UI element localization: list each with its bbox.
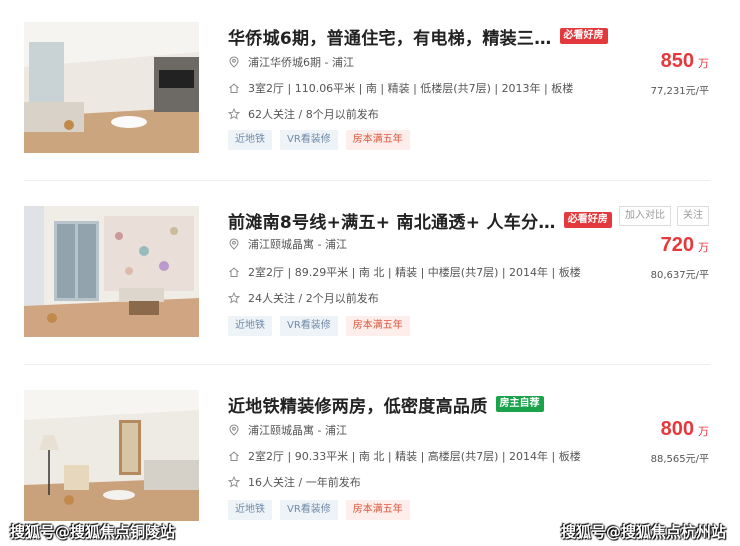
followers-line: 62人关注 / 8个月以前发布 (227, 106, 379, 122)
house-icon (228, 82, 240, 94)
badge-vr-decoration: VR看装修 (280, 130, 338, 150)
location-pin-icon (228, 238, 240, 250)
house-details: 3室2厅 | 110.06平米 | 南 | 精装 | 低楼层(共7层) | 20… (248, 82, 574, 95)
divider (24, 364, 710, 365)
listing-title-row: 前滩南8号线+满五+ 南北通透+ 人车分… 必看好房 (228, 208, 612, 233)
badge-five-years: 房本满五年 (345, 130, 410, 150)
listing-card[interactable]: 华侨城6期，普通住宅，有电梯，精装三… 必看好房 浦江华侨城6期 - 浦江 3室… (0, 22, 740, 182)
badge-five-years: 房本满五年 (345, 316, 410, 336)
total-price: 800 万 (661, 418, 709, 441)
details-line: 2室2厅 | 90.33平米 | 南 北 | 精装 | 高楼层(共7层) | 2… (228, 448, 581, 464)
feature-badges: 近地铁 VR看装修 房本满五年 (228, 316, 418, 336)
listing-title[interactable]: 华侨城6期，普通住宅，有电梯，精装三… (228, 24, 552, 49)
unit-price: 88,565元/平 (650, 454, 709, 465)
listing-photo[interactable] (24, 22, 199, 153)
house-icon (228, 266, 240, 278)
must-see-tag: 必看好房 (559, 28, 608, 44)
total-price: 720 万 (661, 234, 709, 257)
price-value: 850 (660, 50, 694, 72)
badge-vr-decoration: VR看装修 (280, 500, 338, 520)
community-name[interactable]: 浦江颐城晶寓 - 浦江 (248, 422, 347, 438)
total-price: 850 万 (661, 50, 709, 73)
badge-near-subway: 近地铁 (228, 500, 272, 520)
community-name[interactable]: 浦江华侨城6期 - 浦江 (248, 54, 354, 70)
house-details: 2室2厅 | 90.33平米 | 南 北 | 精装 | 高楼层(共7层) | 2… (248, 450, 581, 463)
divider (24, 180, 710, 181)
badge-near-subway: 近地铁 (228, 130, 272, 150)
unit-price: 77,231元/平 (650, 86, 709, 97)
star-icon (227, 475, 241, 488)
star-icon (227, 107, 241, 120)
add-to-compare-button[interactable]: 加入对比 (619, 206, 671, 226)
price-unit: 万 (698, 425, 709, 438)
badge-five-years: 房本满五年 (345, 500, 410, 520)
badge-vr-decoration: VR看装修 (280, 316, 338, 336)
feature-badges: 近地铁 VR看装修 房本满五年 (228, 500, 418, 520)
followers-info: 62人关注 / 8个月以前发布 (248, 108, 379, 121)
followers-line: 24人关注 / 2个月以前发布 (227, 290, 379, 306)
price-value: 800 (660, 418, 694, 440)
community-name[interactable]: 浦江颐城晶寓 - 浦江 (248, 236, 347, 252)
watermark-left: 搜狐号@搜狐焦点铜陵站 (10, 523, 176, 541)
listing-actions: 加入对比 关注 (613, 206, 709, 226)
price-unit: 万 (698, 57, 709, 70)
price-value: 720 (660, 234, 694, 256)
listing-title-row: 华侨城6期，普通住宅，有电梯，精装三… 必看好房 (228, 24, 608, 49)
house-icon (228, 450, 240, 462)
listing-photo[interactable] (24, 206, 199, 337)
owner-recommend-tag: 房主自荐 (495, 396, 544, 412)
community-line: 浦江颐城晶寓 - 浦江 (228, 422, 347, 438)
listing-photo[interactable] (24, 390, 199, 521)
listing-card[interactable]: 前滩南8号线+满五+ 南北通透+ 人车分… 必看好房 加入对比 关注 浦江颐城晶… (0, 206, 740, 366)
house-details: 2室2厅 | 89.29平米 | 南 北 | 精装 | 中楼层(共7层) | 2… (248, 266, 581, 279)
details-line: 2室2厅 | 89.29平米 | 南 北 | 精装 | 中楼层(共7层) | 2… (228, 264, 581, 280)
watermark-right: 搜狐号@搜狐焦点杭州站 (560, 523, 726, 541)
followers-info: 16人关注 / 一年前发布 (248, 476, 361, 489)
listing-title-row: 近地铁精装修两房，低密度高品质 房主自荐 (228, 392, 544, 417)
community-line: 浦江华侨城6期 - 浦江 (228, 54, 354, 70)
followers-line: 16人关注 / 一年前发布 (227, 474, 361, 490)
location-pin-icon (228, 56, 240, 68)
listing-title[interactable]: 前滩南8号线+满五+ 南北通透+ 人车分… (228, 208, 556, 233)
unit-price: 80,637元/平 (650, 270, 709, 281)
must-see-tag: 必看好房 (563, 212, 612, 228)
followers-info: 24人关注 / 2个月以前发布 (248, 292, 379, 305)
follow-button[interactable]: 关注 (677, 206, 709, 226)
location-pin-icon (228, 424, 240, 436)
price-unit: 万 (698, 241, 709, 254)
star-icon (227, 291, 241, 304)
community-line: 浦江颐城晶寓 - 浦江 (228, 236, 347, 252)
details-line: 3室2厅 | 110.06平米 | 南 | 精装 | 低楼层(共7层) | 20… (228, 80, 573, 96)
listing-title[interactable]: 近地铁精装修两房，低密度高品质 (228, 392, 488, 417)
feature-badges: 近地铁 VR看装修 房本满五年 (228, 130, 418, 150)
badge-near-subway: 近地铁 (228, 316, 272, 336)
